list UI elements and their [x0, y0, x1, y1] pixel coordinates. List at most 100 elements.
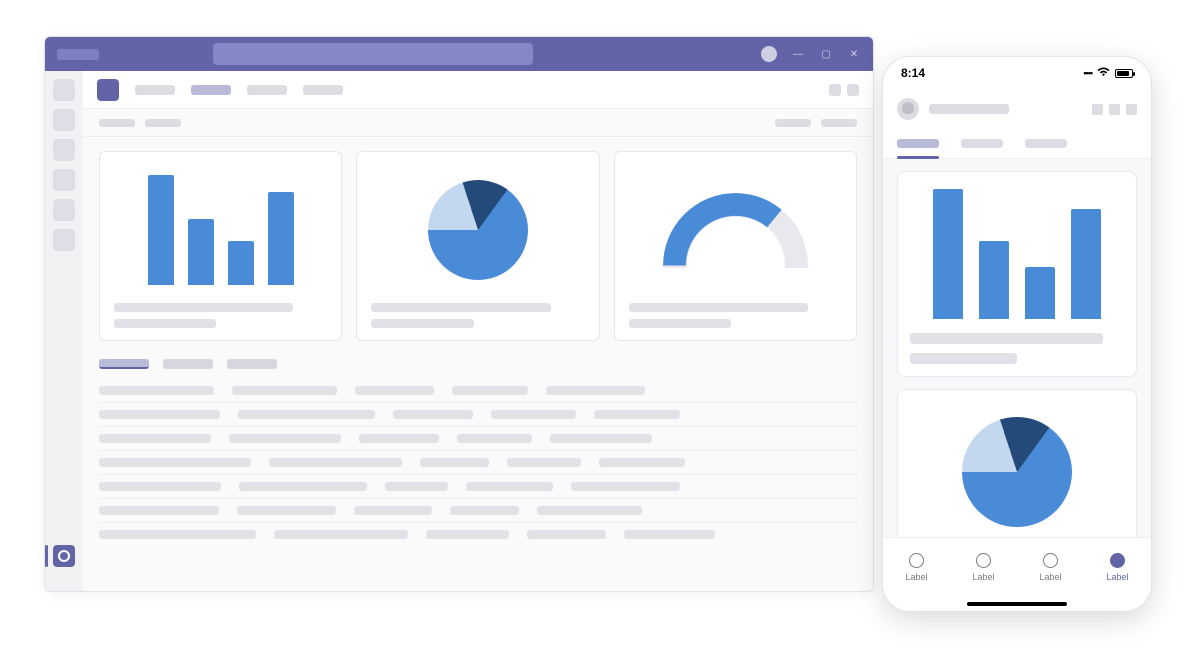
nav-item[interactable]: Label	[1017, 538, 1084, 597]
breadcrumb-segment[interactable]	[145, 119, 181, 127]
mobile-card-bar[interactable]	[897, 171, 1137, 377]
rail-item[interactable]	[53, 229, 75, 251]
card-text-line	[371, 319, 473, 328]
table-cell	[99, 482, 221, 491]
home-indicator[interactable]	[883, 597, 1151, 611]
window-close-button[interactable]: ✕	[847, 47, 861, 61]
mobile-tab[interactable]	[1025, 139, 1067, 148]
mobile-tab-active[interactable]	[897, 139, 939, 148]
table-cell	[238, 410, 375, 419]
window-maximize-button[interactable]: ▢	[819, 47, 833, 61]
table-row[interactable]	[99, 522, 857, 546]
tab-app-icon	[97, 79, 119, 101]
toolbar-action[interactable]	[821, 119, 857, 127]
mobile-card-pie[interactable]	[897, 389, 1137, 537]
tab-active[interactable]	[191, 85, 231, 95]
dashboard-cards-row	[83, 137, 873, 355]
app-title-placeholder	[57, 49, 99, 60]
mobile-content[interactable]	[883, 159, 1151, 537]
header-icon[interactable]	[1092, 104, 1103, 115]
card-text-line	[114, 319, 216, 328]
rail-item[interactable]	[53, 139, 75, 161]
gauge-chart	[663, 193, 808, 268]
nav-item-active[interactable]: Label	[1084, 538, 1151, 597]
header-icon[interactable]	[1126, 104, 1137, 115]
section-tab[interactable]	[227, 359, 277, 369]
table-row[interactable]	[99, 498, 857, 522]
table-cell	[507, 458, 580, 467]
table-cell	[466, 482, 553, 491]
card-text-line	[910, 353, 1017, 364]
mobile-status-bar: 8:14	[883, 57, 1151, 89]
table-cell	[420, 458, 490, 467]
table-row[interactable]	[99, 426, 857, 450]
card-gauge-chart[interactable]	[614, 151, 857, 341]
table-cell	[274, 530, 408, 539]
wifi-icon	[1097, 67, 1110, 80]
nav-label: Label	[1039, 572, 1061, 582]
card-pie-chart[interactable]	[356, 151, 599, 341]
tab[interactable]	[247, 85, 287, 95]
nav-icon	[1043, 553, 1058, 568]
battery-icon	[1115, 69, 1133, 78]
pie-chart	[428, 180, 528, 280]
table-cell	[624, 530, 716, 539]
breadcrumb-segment[interactable]	[99, 119, 135, 127]
signal-icon	[1083, 67, 1092, 79]
table-cell	[550, 434, 651, 443]
table-cell	[99, 530, 256, 539]
card-text-line	[910, 333, 1103, 344]
nav-icon	[1110, 553, 1125, 568]
table-cell	[99, 506, 219, 515]
mobile-tab[interactable]	[961, 139, 1003, 148]
app-icon	[58, 550, 70, 562]
rail-item[interactable]	[53, 109, 75, 131]
table-row[interactable]	[99, 379, 857, 402]
nav-label: Label	[905, 572, 927, 582]
table-row[interactable]	[99, 402, 857, 426]
window-minimize-button[interactable]: —	[791, 47, 805, 61]
bar-chart	[933, 189, 1101, 319]
rail-item[interactable]	[53, 199, 75, 221]
profile-avatar[interactable]	[761, 46, 777, 62]
card-text-line	[629, 319, 731, 328]
table-cell	[269, 458, 402, 467]
search-input[interactable]	[213, 43, 533, 65]
pie-chart	[962, 417, 1072, 527]
table-cell	[450, 506, 519, 515]
table-cell	[537, 506, 642, 515]
toolbar-icon[interactable]	[847, 84, 859, 96]
mobile-tabs	[883, 129, 1151, 159]
nav-item[interactable]: Label	[883, 538, 950, 597]
toolbar-action[interactable]	[775, 119, 811, 127]
card-bar-chart[interactable]	[99, 151, 342, 341]
table-cell	[229, 434, 340, 443]
table-row[interactable]	[99, 474, 857, 498]
rail-item[interactable]	[53, 79, 75, 101]
table-row[interactable]	[99, 450, 857, 474]
profile-avatar[interactable]	[897, 98, 919, 120]
rail-item-active[interactable]	[53, 545, 75, 567]
nav-item[interactable]: Label	[950, 538, 1017, 597]
table-cell	[571, 482, 680, 491]
table-cell	[452, 386, 528, 395]
table-cell	[237, 506, 335, 515]
desktop-app-window: — ▢ ✕	[44, 36, 874, 592]
table-cell	[457, 434, 532, 443]
table-cell	[99, 410, 220, 419]
header-icon[interactable]	[1109, 104, 1120, 115]
rail-item[interactable]	[53, 169, 75, 191]
table-cell	[599, 458, 686, 467]
data-table	[83, 369, 873, 566]
toolbar-icon[interactable]	[829, 84, 841, 96]
section-tabs	[83, 355, 873, 369]
section-tab-active[interactable]	[99, 359, 149, 369]
table-cell	[359, 434, 440, 443]
section-tab[interactable]	[163, 359, 213, 369]
table-cell	[594, 410, 681, 419]
table-cell	[354, 506, 432, 515]
table-cell	[546, 386, 645, 395]
tab[interactable]	[135, 85, 175, 95]
bar-chart	[148, 175, 294, 285]
tab[interactable]	[303, 85, 343, 95]
